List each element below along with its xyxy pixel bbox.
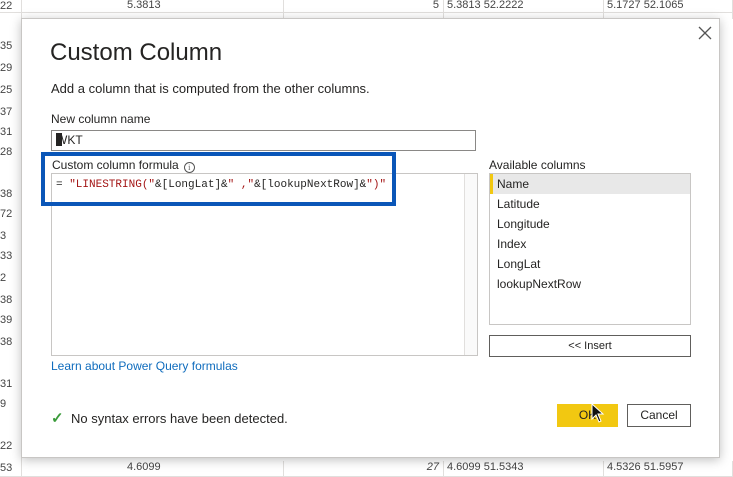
row-number: 25 <box>0 84 13 96</box>
row-number: 39 <box>0 314 13 326</box>
row-number: 2 <box>0 272 7 284</box>
syntax-status-text: No syntax errors have been detected. <box>71 411 288 426</box>
column-item-name[interactable]: Name <box>490 174 690 194</box>
formula-label-text: Custom column formula <box>52 158 179 172</box>
column-item-latitude[interactable]: Latitude <box>490 194 690 214</box>
new-column-name-label: New column name <box>51 112 151 126</box>
column-item-longlat[interactable]: LongLat <box>490 254 690 274</box>
ok-button[interactable]: OK <box>557 404 618 427</box>
new-column-name-value: WKT <box>56 133 83 147</box>
row-number: 35 <box>0 40 13 52</box>
syntax-status: ✓ No syntax errors have been detected. <box>51 409 288 427</box>
learn-power-query-link[interactable]: Learn about Power Query formulas <box>51 359 238 373</box>
close-icon-glyph <box>698 26 712 40</box>
formula-ref: &[lookupNextRow]& <box>254 179 367 191</box>
row-number: 38 <box>0 294 13 306</box>
available-columns-label: Available columns <box>489 158 586 172</box>
formula-string: "LINESTRING(" <box>69 179 156 191</box>
check-icon: ✓ <box>51 410 64 427</box>
formula-scrollbar[interactable] <box>464 174 477 355</box>
formula-ref: &[LongLat]& <box>155 179 228 191</box>
table-row: 4.6099 27 4.6099 51.5343 4.5326 51.5957 <box>0 457 733 477</box>
row-number: 29 <box>0 62 13 74</box>
column-item-lookupnextrow[interactable]: lookupNextRow <box>490 274 690 294</box>
table-row: 5.3813 5 5.3813 52.2222 5.1727 52.1065 <box>0 0 733 19</box>
row-number: 33 <box>0 250 13 262</box>
row-number-column: 22 35 29 25 37 31 28 38 72 3 33 2 38 39 … <box>0 0 22 477</box>
table-cell: 5.3813 <box>124 0 284 19</box>
new-column-name-input[interactable]: WKT <box>51 130 476 151</box>
custom-column-dialog: Custom Column Add a column that is compu… <box>21 18 720 458</box>
mouse-pointer-icon <box>591 403 605 423</box>
close-icon[interactable] <box>694 23 716 45</box>
column-item-index[interactable]: Index <box>490 234 690 254</box>
row-number: 38 <box>0 188 13 200</box>
table-cell: 27 <box>284 461 444 477</box>
insert-button[interactable]: << Insert <box>489 335 691 357</box>
formula-label: Custom column formula i <box>52 158 195 173</box>
table-cell: 4.5326 51.5957 <box>604 461 733 477</box>
table-cell: 5 <box>284 0 444 19</box>
row-number: 38 <box>0 336 13 348</box>
info-icon[interactable]: i <box>183 162 195 173</box>
row-number: 31 <box>0 378 13 390</box>
formula-string: " ," <box>227 179 255 191</box>
row-number: 31 <box>0 126 13 138</box>
table-cell: 4.6099 51.5343 <box>444 461 604 477</box>
column-item-longitude[interactable]: Longitude <box>490 214 690 234</box>
cancel-button[interactable]: Cancel <box>627 404 691 427</box>
table-cell: 5.1727 52.1065 <box>604 0 733 19</box>
row-number: 37 <box>0 106 13 118</box>
row-number: 22 <box>0 440 13 452</box>
formula-prefix: = <box>56 179 70 191</box>
formula-string: ")" <box>366 179 387 191</box>
dialog-title: Custom Column <box>50 39 223 66</box>
row-number: 72 <box>0 208 13 220</box>
row-number: 9 <box>0 398 7 410</box>
dialog-subtitle: Add a column that is computed from the o… <box>51 81 370 96</box>
table-cell: 5.3813 52.2222 <box>444 0 604 19</box>
available-columns-list[interactable]: Name Latitude Longitude Index LongLat lo… <box>489 173 691 325</box>
formula-text: = "LINESTRING("&[LongLat]&" ,"&[lookupNe… <box>56 179 386 191</box>
row-number: 3 <box>0 230 7 242</box>
table-cell: 4.6099 <box>124 461 284 477</box>
row-number: 28 <box>0 146 13 158</box>
